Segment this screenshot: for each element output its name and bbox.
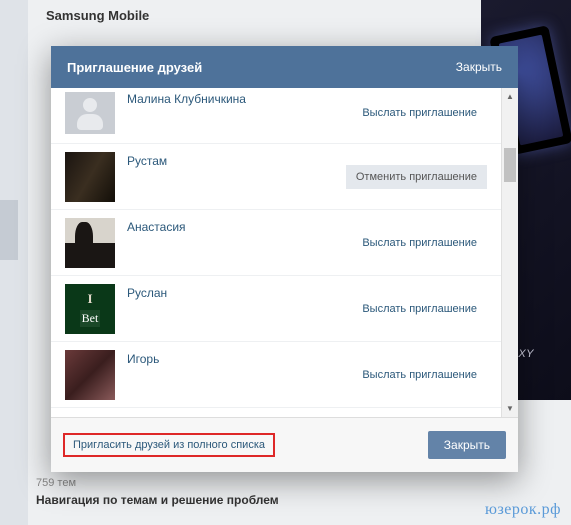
- scroll-down-icon[interactable]: ▼: [502, 400, 518, 417]
- page-title: Samsung Mobile: [46, 8, 149, 23]
- friend-row: Анастасия Выслать приглашение: [51, 210, 501, 276]
- close-button[interactable]: Закрыть: [428, 431, 506, 459]
- scroll-up-icon[interactable]: ▲: [502, 88, 518, 105]
- send-invite-link[interactable]: Выслать приглашение: [352, 297, 487, 321]
- friend-row: Игорь Выслать приглашение: [51, 342, 501, 408]
- modal-header: Приглашение друзей Закрыть: [51, 46, 518, 88]
- avatar[interactable]: [65, 350, 115, 400]
- avatar[interactable]: [65, 92, 115, 134]
- friend-name-link[interactable]: Рустам: [127, 152, 346, 168]
- invite-from-full-list-link[interactable]: Пригласить друзей из полного списка: [63, 433, 275, 457]
- invite-friends-modal: Приглашение друзей Закрыть Малина Клубни…: [51, 46, 518, 472]
- nav-section-title: Навигация по темам и решение проблем: [36, 493, 279, 507]
- friend-name-link[interactable]: Игорь: [127, 350, 352, 366]
- modal-header-close-link[interactable]: Закрыть: [456, 60, 502, 74]
- modal-footer: Пригласить друзей из полного списка Закр…: [51, 418, 518, 472]
- avatar[interactable]: [65, 218, 115, 268]
- cancel-invite-link[interactable]: Отменить приглашение: [346, 165, 487, 189]
- scrollbar[interactable]: ▲ ▼: [501, 88, 518, 417]
- send-invite-link[interactable]: Выслать приглашение: [352, 231, 487, 255]
- friend-row: Руслан Выслать приглашение: [51, 276, 501, 342]
- friend-list: Малина Клубничкина Выслать приглашение Р…: [51, 88, 501, 417]
- modal-body: Малина Клубничкина Выслать приглашение Р…: [51, 88, 518, 418]
- friend-name-link[interactable]: Руслан: [127, 284, 352, 300]
- send-invite-link[interactable]: Выслать приглашение: [352, 101, 487, 125]
- watermark: юзерок.рф: [485, 501, 561, 519]
- friend-name-link[interactable]: Анастасия: [127, 218, 352, 234]
- send-invite-link[interactable]: Выслать приглашение: [352, 363, 487, 387]
- avatar[interactable]: [65, 152, 115, 202]
- sidebar-bg: [0, 0, 28, 525]
- friend-row: Малина Клубничкина Выслать приглашение: [51, 88, 501, 144]
- topics-count: 759 тем: [36, 477, 76, 489]
- avatar[interactable]: [65, 284, 115, 334]
- scrollbar-thumb[interactable]: [504, 148, 516, 182]
- modal-title: Приглашение друзей: [67, 60, 202, 75]
- friend-name-link[interactable]: Малина Клубничкина: [127, 90, 352, 106]
- friend-row: Рустам Отменить приглашение: [51, 144, 501, 210]
